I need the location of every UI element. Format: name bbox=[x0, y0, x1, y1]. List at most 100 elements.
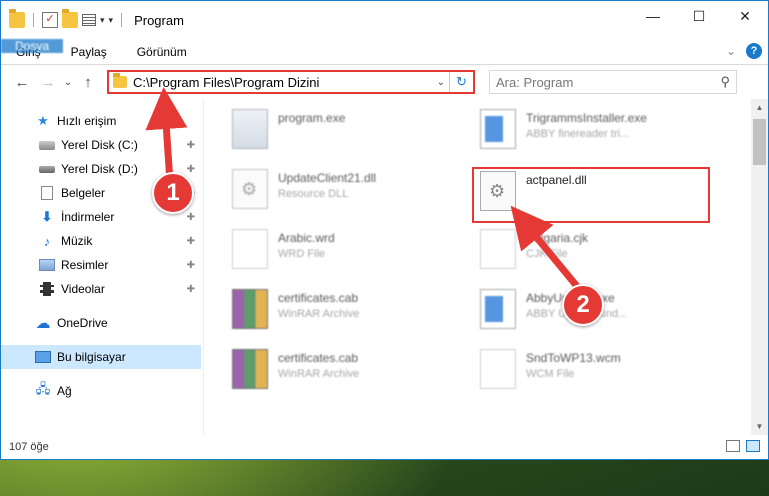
ribbon-right-controls: ⌄ ? bbox=[726, 43, 762, 59]
search-icon[interactable]: ⚲ bbox=[720, 74, 730, 90]
title-bar: ✓ ▾ ▾ Program — ☐ ✕ bbox=[1, 1, 768, 39]
sidebar-item-videos[interactable]: Videolar ✚ bbox=[1, 277, 203, 301]
exe-icon bbox=[232, 109, 268, 149]
document-icon bbox=[39, 186, 55, 200]
window-controls: — ☐ ✕ bbox=[630, 1, 768, 31]
file-item[interactable]: Bulgaria.cjk CJK File bbox=[480, 229, 588, 269]
file-type: WCM File bbox=[526, 368, 575, 380]
pin-icon[interactable]: ✚ bbox=[187, 140, 195, 151]
sidebar-item-label: Videolar bbox=[61, 282, 105, 296]
search-box[interactable]: Ara: Program ⚲ bbox=[489, 70, 737, 94]
file-type: ABBY finereader tri... bbox=[526, 128, 630, 140]
sidebar-item-music[interactable]: ♪ Müzik ✚ bbox=[1, 229, 203, 253]
computer-icon bbox=[35, 350, 51, 364]
up-button[interactable]: ↑ bbox=[75, 74, 101, 91]
scroll-up-icon[interactable]: ▲ bbox=[751, 99, 768, 116]
disk-icon bbox=[39, 162, 55, 176]
address-bar[interactable]: C:\Program Files\Program Dizini ⌄ ↻ bbox=[107, 70, 475, 94]
item-count: 107 öğe bbox=[9, 441, 49, 453]
download-icon: ⬇ bbox=[41, 209, 53, 224]
installer-icon bbox=[480, 109, 516, 149]
sidebar-item-quick-access[interactable]: ★ Hızlı erişim bbox=[1, 109, 203, 133]
blank-file-icon bbox=[232, 229, 268, 269]
sidebar-item-label: Hızlı erişim bbox=[57, 114, 117, 128]
address-dropdown-icon[interactable]: ⌄ bbox=[437, 77, 445, 88]
chevron-down-icon[interactable]: ▾ bbox=[100, 15, 105, 26]
tab-view[interactable]: Görünüm bbox=[122, 39, 202, 64]
file-type: WinRAR Archive bbox=[278, 368, 360, 380]
view-options-icon[interactable] bbox=[82, 14, 96, 26]
file-item[interactable]: SndToWP13.wcm WCM File bbox=[480, 349, 621, 389]
star-icon: ★ bbox=[37, 113, 49, 128]
forward-button[interactable]: → bbox=[35, 74, 61, 91]
customize-toolbar-icon[interactable]: ▾ bbox=[109, 15, 114, 26]
sidebar-item-label: Ağ bbox=[57, 384, 72, 398]
callout-badge-1: 1 bbox=[152, 172, 194, 214]
sidebar-item-onedrive[interactable]: ☁ OneDrive bbox=[1, 311, 203, 335]
close-button[interactable]: ✕ bbox=[722, 1, 768, 31]
file-name: TrigrammsInstaller.exe bbox=[526, 111, 647, 125]
tab-share[interactable]: Paylaş bbox=[56, 39, 122, 64]
large-icons-view-icon[interactable] bbox=[746, 440, 760, 452]
maximize-button[interactable]: ☐ bbox=[676, 1, 722, 31]
gear-file-icon bbox=[232, 169, 268, 209]
pin-icon[interactable]: ✚ bbox=[187, 236, 195, 247]
cloud-icon: ☁ bbox=[35, 315, 51, 332]
file-name: certificates.cab bbox=[278, 291, 359, 305]
file-item[interactable]: UpdateClient21.dll Resource DLL bbox=[232, 169, 376, 209]
pin-icon[interactable]: ✚ bbox=[187, 164, 195, 175]
disk-icon bbox=[39, 138, 55, 152]
installer-icon bbox=[480, 289, 516, 329]
navigation-pane: ★ Hızlı erişim Yerel Disk (C:) ✚ Yerel D… bbox=[1, 99, 204, 435]
file-item[interactable]: TrigrammsInstaller.exe ABBY finereader tr… bbox=[480, 109, 647, 149]
tab-file[interactable]: Dosya bbox=[1, 39, 64, 53]
scroll-thumb[interactable] bbox=[753, 119, 766, 165]
pin-icon[interactable]: ✚ bbox=[187, 284, 195, 295]
file-item[interactable]: certificates.cab WinRAR Archive bbox=[232, 289, 359, 329]
back-button[interactable]: ← bbox=[9, 74, 35, 91]
file-explorer-window: ✓ ▾ ▾ Program — ☐ ✕ Dosya Giriş Paylaş G… bbox=[0, 0, 769, 460]
highlight-box bbox=[472, 167, 710, 223]
properties-check-icon[interactable]: ✓ bbox=[42, 12, 58, 28]
file-type: Resource DLL bbox=[278, 188, 349, 200]
folder-icon bbox=[9, 9, 25, 28]
recent-locations-button[interactable]: ⌄ bbox=[61, 77, 75, 88]
sidebar-item-network[interactable]: 🖧 Ağ bbox=[1, 379, 203, 403]
separator bbox=[33, 13, 34, 27]
ribbon-tabs: Dosya Giriş Paylaş Görünüm ⌄ ? bbox=[1, 39, 768, 65]
sidebar-item-this-pc[interactable]: Bu bilgisayar bbox=[1, 345, 201, 369]
file-name: certificates.cab bbox=[278, 351, 359, 365]
separator bbox=[121, 13, 123, 27]
callout-badge-2: 2 bbox=[562, 284, 604, 326]
sidebar-item-local-disk-c[interactable]: Yerel Disk (C:) ✚ bbox=[1, 133, 203, 157]
expand-ribbon-icon[interactable]: ⌄ bbox=[726, 44, 736, 58]
sidebar-item-label: OneDrive bbox=[57, 316, 108, 330]
sidebar-item-pictures[interactable]: Resimler ✚ bbox=[1, 253, 203, 277]
content-area: ★ Hızlı erişim Yerel Disk (C:) ✚ Yerel D… bbox=[1, 99, 768, 435]
details-view-icon[interactable] bbox=[726, 440, 740, 452]
music-icon: ♪ bbox=[43, 233, 51, 249]
pin-icon[interactable]: ✚ bbox=[187, 260, 195, 271]
network-icon: 🖧 bbox=[35, 381, 51, 396]
sidebar-item-label: Resimler bbox=[61, 258, 109, 272]
file-item[interactable]: program.exe bbox=[232, 109, 345, 149]
file-item[interactable]: AbbyUpdate.exeABBY Update fund... bbox=[480, 289, 627, 329]
refresh-button[interactable]: ↻ bbox=[449, 72, 473, 92]
new-folder-icon[interactable] bbox=[62, 9, 78, 28]
vertical-scrollbar[interactable]: ▲ ▼ bbox=[751, 99, 768, 435]
minimize-button[interactable]: — bbox=[630, 1, 676, 31]
file-item[interactable]: certificates.cab WinRAR Archive bbox=[232, 349, 359, 389]
pin-icon[interactable]: ✚ bbox=[187, 212, 195, 223]
file-name: SndToWP13.wcm bbox=[526, 351, 621, 365]
sidebar-item-label: Yerel Disk (D:) bbox=[61, 162, 138, 176]
file-name: program.exe bbox=[278, 111, 346, 125]
file-name: Bulgaria.cjk bbox=[526, 231, 589, 245]
pictures-icon bbox=[39, 258, 55, 272]
address-path[interactable]: C:\Program Files\Program Dizini bbox=[133, 75, 319, 90]
file-item[interactable]: Arabic.wrd WRD File bbox=[232, 229, 335, 269]
rar-icon bbox=[232, 349, 268, 389]
help-icon[interactable]: ? bbox=[746, 43, 762, 59]
videos-icon bbox=[39, 282, 55, 296]
file-list: program.exe TrigrammsInstaller.exe ABBY f… bbox=[204, 99, 768, 435]
scroll-down-icon[interactable]: ▼ bbox=[751, 418, 768, 435]
